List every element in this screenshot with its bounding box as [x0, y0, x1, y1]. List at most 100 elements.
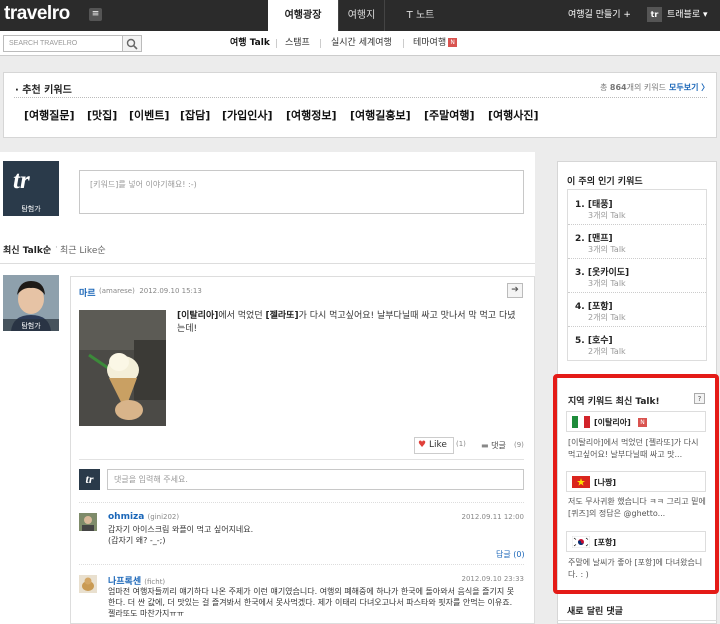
keyword-tag[interactable]: [여행길홍보]: [350, 107, 411, 123]
search-button[interactable]: [123, 35, 142, 52]
keyword-tag[interactable]: [주말여행]: [424, 107, 475, 123]
comment-count: (9): [514, 441, 524, 449]
regional-keyword-header[interactable]: [이탈리아] N: [566, 411, 706, 432]
view-all-keywords-link[interactable]: 모두보기 〉: [669, 82, 709, 93]
new-badge: N: [638, 418, 647, 427]
keyword: [포항]: [587, 302, 613, 312]
comment-date: 2012.09.10 23:33: [461, 575, 524, 583]
make-trip-button[interactable]: 여행길 만들기 +: [568, 0, 631, 31]
menu-icon[interactable]: ≡: [89, 8, 102, 21]
regional-keyword-header[interactable]: [포항]: [566, 531, 706, 552]
recommended-keywords-title: · 추천 키워드: [15, 85, 72, 96]
subnav-stamp[interactable]: 스탬프: [285, 31, 310, 56]
comment-author-id: (ficht): [144, 578, 166, 586]
regional-talk-text[interactable]: [이탈리아]에서 먹었던 [젤라또]가 다시 먹고싶어요! 날부다닐때 싸고 맛…: [568, 437, 708, 461]
talk-count: 2개의 Talk: [588, 313, 626, 322]
comment-text: 갑자기 아이스크림 와플이 먹고 싶어지네요. (갑자기 왜? -_-;): [108, 525, 254, 545]
regional-keyword-header[interactable]: [나짱]: [566, 471, 706, 492]
profile-photo: 탐험가: [3, 275, 59, 331]
popular-keyword-item[interactable]: 2. [맨프]: [575, 231, 613, 244]
divider: [403, 39, 404, 48]
popular-keyword-item[interactable]: 4. [포항]: [575, 299, 613, 312]
comment-input[interactable]: 댓글을 입력해 주세요.: [107, 469, 524, 490]
comment-button[interactable]: ▬ 댓글: [481, 440, 506, 451]
divider: [79, 502, 524, 503]
keyword-tag[interactable]: [여행정보]: [286, 107, 337, 123]
subnav-theme-travel[interactable]: 테마여행 N: [413, 31, 458, 56]
divider: [568, 292, 706, 293]
arrow-right-icon: ➔: [511, 285, 519, 295]
share-button[interactable]: ➔: [507, 283, 523, 298]
divider: [568, 258, 706, 259]
heart-icon: ♥: [418, 440, 427, 450]
kw-count-suffix: 개의 키워드: [626, 83, 666, 92]
divider: [320, 39, 321, 48]
new-badge: N: [448, 38, 458, 47]
tab-plaza[interactable]: 여행광장: [268, 0, 338, 31]
divider: [557, 620, 717, 621]
travelro-logo[interactable]: travelro: [4, 3, 70, 25]
search-input[interactable]: SEARCH TRAVELRO: [3, 35, 123, 52]
help-icon[interactable]: ?: [694, 393, 705, 404]
like-button[interactable]: ♥ Like: [414, 437, 454, 454]
popular-keywords-title: 이 주의 인기 키워드: [567, 177, 643, 187]
keyword: [태풍]: [587, 200, 613, 210]
keyword-tag[interactable]: [여행질문]: [24, 107, 75, 123]
keyword-tag[interactable]: [잡담]: [180, 107, 210, 123]
search-icon: [126, 38, 138, 50]
keyword: [옷카이도]: [587, 268, 630, 278]
keyword-link[interactable]: [이탈리아]: [177, 311, 218, 321]
post-photo[interactable]: [79, 310, 166, 426]
italy-flag-icon: [572, 416, 590, 428]
post-author-id: (amarese): [99, 287, 135, 295]
new-comments-title: 새로 달린 댓글: [567, 607, 623, 617]
post-body: [이탈리아]에서 먹었던 [젤라또]가 다시 먹고싶어요! 날부다닐때 싸고 맛…: [177, 310, 517, 336]
avatar-label: 탐험가: [21, 321, 41, 330]
keyword-tag[interactable]: [가입인사]: [222, 107, 273, 123]
post-date: 2012.09.10 15:13: [139, 287, 202, 295]
region-name: [포항]: [594, 538, 617, 547]
keyword: [호수]: [587, 336, 613, 346]
keyword-tag[interactable]: [맛집]: [87, 107, 117, 123]
post-author-name[interactable]: 마르: [79, 286, 96, 299]
keyword-link[interactable]: [젤라또]: [265, 311, 298, 321]
sort-like-tab[interactable]: 최근 Like순: [60, 243, 106, 256]
kw-title-text: 추천 키워드: [22, 85, 72, 96]
region-name: [나짱]: [594, 478, 617, 487]
divider: [79, 564, 524, 565]
post-text: 에서 먹었던: [218, 311, 266, 321]
sort-latest-tab[interactable]: 최신 Talk순: [3, 243, 51, 256]
rank: 5.: [575, 336, 585, 346]
user-avatar[interactable]: tr: [647, 7, 662, 22]
post-author-avatar[interactable]: 탐험가: [3, 275, 59, 331]
comment-avatar[interactable]: [79, 513, 97, 531]
avatar-initials: tr: [13, 167, 30, 194]
popular-keyword-item[interactable]: 5. [호수]: [575, 333, 613, 346]
comment-avatar[interactable]: [79, 575, 97, 593]
like-label: Like: [428, 440, 447, 450]
avatar-label: 탐험가: [21, 205, 41, 213]
keyword-tag[interactable]: [이벤트]: [129, 107, 169, 123]
regional-talk-text[interactable]: 주말에 날씨가 좋아 [포항]에 다녀왔습니다. : ): [568, 557, 708, 581]
comment-label: 댓글: [491, 441, 506, 450]
kw-count-value: 864: [609, 83, 627, 92]
profile-photo: [79, 513, 97, 531]
subnav-live-world-travel[interactable]: 실시간 세계여행: [331, 31, 392, 56]
kw-count-prefix: 총: [600, 83, 608, 92]
keyword-tag[interactable]: [여행사진]: [488, 107, 539, 123]
talk-compose-input[interactable]: [키워드]를 넣어 이야기해요! :-): [79, 170, 524, 214]
popular-keyword-item[interactable]: 1. [태풍]: [575, 197, 613, 210]
tab-destinations[interactable]: 여행지: [338, 0, 384, 31]
reply-button[interactable]: 답글 (0): [496, 549, 525, 560]
post-meta: (amarese) 2012.09.10 15:13: [99, 287, 202, 295]
regional-talk-text[interactable]: 저도 무사귀환 했습니다 ㅋㅋ 그리고 밑에 [퀴즈]의 정답은 @ghetto…: [568, 496, 708, 520]
divider: [276, 39, 277, 48]
divider: [568, 326, 706, 327]
regional-keywords-title: 지역 키워드 최신 Talk!: [568, 397, 660, 407]
subnav-travel-talk[interactable]: 여행 Talk: [230, 31, 270, 56]
popular-keyword-item[interactable]: 3. [옷카이도]: [575, 265, 629, 278]
rank: 3.: [575, 268, 585, 278]
comment-author[interactable]: ohmiza (gini202): [108, 512, 179, 522]
tab-tnote[interactable]: T 노트: [384, 0, 456, 31]
user-menu[interactable]: 트래블로 ▾: [667, 0, 708, 31]
